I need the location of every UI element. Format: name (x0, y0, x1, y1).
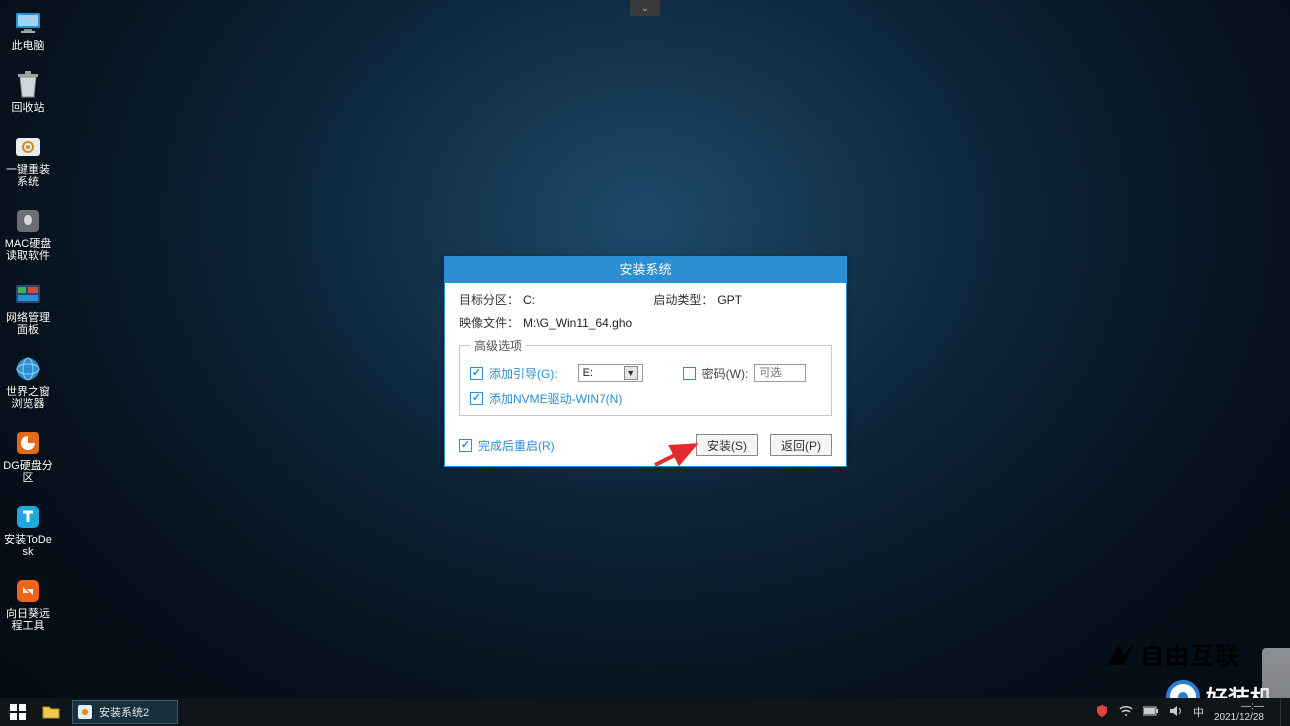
sunflower-icon (13, 576, 43, 606)
desktop-icon-recycle-bin[interactable]: 回收站 (2, 70, 54, 114)
app-icon (77, 704, 93, 720)
image-file-label: 映像文件： (459, 314, 519, 331)
apple-disk-icon (13, 206, 43, 236)
target-partition-value: C: (523, 293, 535, 307)
taskbar-app-install-system[interactable]: 安装系统2 (72, 700, 178, 724)
install-button[interactable]: 安装(S) (696, 434, 758, 456)
desktop-icon-label: DG硬盘分区 (2, 460, 54, 484)
desktop-icon-sunflower-remote[interactable]: 向日葵远程工具 (2, 576, 54, 632)
folder-icon (42, 704, 60, 720)
desktop-icon-one-key-install[interactable]: 一键重装系统 (2, 132, 54, 188)
image-file-value: M:\G_Win11_64.gho (523, 316, 632, 330)
desktop-icon-world-browser[interactable]: 世界之窗浏览器 (2, 354, 54, 410)
add-boot-select[interactable]: E: ▼ (578, 364, 643, 382)
globe-icon (13, 354, 43, 384)
desktop-icon-label: MAC硬盘读取软件 (2, 238, 54, 262)
taskbar: 安装系统2 中 —:— 2021/12/28 (0, 698, 1290, 726)
taskbar-app-title: 安装系统2 (99, 704, 149, 720)
add-nvme-checkbox[interactable] (470, 392, 483, 405)
return-button[interactable]: 返回(P) (770, 434, 832, 456)
todesk-icon (13, 502, 43, 532)
desktop-icon-label: 此电脑 (12, 40, 45, 52)
password-checkbox[interactable] (683, 367, 696, 380)
add-boot-select-value: E: (583, 367, 593, 379)
tray-clock[interactable]: —:— 2021/12/28 (1214, 701, 1264, 723)
reboot-after-label: 完成后重启(R) (478, 437, 555, 454)
gear-install-icon (13, 132, 43, 162)
password-label: 密码(W): (702, 365, 749, 382)
desktop-icon-install-todesk[interactable]: 安装ToDesk (2, 502, 54, 558)
reboot-after-checkbox[interactable] (459, 439, 472, 452)
chevron-down-icon: ⌄ (641, 3, 649, 14)
show-desktop-button[interactable] (1280, 698, 1286, 726)
desktop-icon-net-panel[interactable]: 网络管理面板 (2, 280, 54, 336)
tray-date: 2021/12/28 (1214, 712, 1264, 723)
desktop-icon-label: 一键重装系统 (2, 164, 54, 188)
add-boot-checkbox[interactable] (470, 367, 483, 380)
watermark-ziyouhulian: 自由互联 (1106, 636, 1240, 671)
desktop-icon-this-pc[interactable]: 此电脑 (2, 8, 54, 52)
tray-time: —:— (1241, 701, 1264, 712)
desktop-icon-dg-partition[interactable]: DG硬盘分区 (2, 428, 54, 484)
desktop-icon-label: 安装ToDesk (2, 534, 54, 558)
pc-icon (13, 8, 43, 38)
tray-ime-indicator[interactable]: 中 (1193, 704, 1204, 720)
add-boot-label: 添加引导(G): (489, 365, 558, 382)
tray-security-icon[interactable] (1095, 704, 1109, 721)
boot-type-value: GPT (717, 293, 742, 307)
tray-battery-icon[interactable] (1143, 706, 1159, 719)
boot-type-label: 启动类型： (653, 291, 713, 308)
dialog-title: 安装系统 (445, 257, 846, 283)
tray-wifi-icon[interactable] (1119, 705, 1133, 720)
desktop-icon-mac-disk-reader[interactable]: MAC硬盘读取软件 (2, 206, 54, 262)
chevron-down-icon: ▼ (624, 366, 638, 380)
add-nvme-label: 添加NVME驱动-WIN7(N) (489, 390, 622, 407)
system-tray: 中 —:— 2021/12/28 (1095, 698, 1290, 726)
desktop-icon-label: 回收站 (12, 102, 45, 114)
taskbar-file-explorer[interactable] (36, 698, 66, 726)
recycle-bin-icon (13, 70, 43, 100)
advanced-options-legend: 高级选项 (470, 337, 526, 354)
start-button[interactable] (0, 698, 36, 726)
desktop-icons: 此电脑 回收站 一键重装系统 MAC硬盘读取软件 网络管理面板 世界之窗浏览器 (2, 8, 54, 632)
tray-volume-icon[interactable] (1169, 705, 1183, 720)
top-collapse-tab[interactable]: ⌄ (630, 0, 660, 16)
password-input[interactable] (754, 364, 806, 382)
network-panel-icon (13, 280, 43, 310)
install-system-dialog: 安装系统 目标分区： C: 启动类型： GPT 映像文件： M:\G_Win11… (444, 256, 847, 467)
advanced-options-fieldset: 高级选项 添加引导(G): E: ▼ 密码(W): 添加NVME驱动-WIN7(… (459, 337, 832, 416)
desktop-icon-label: 向日葵远程工具 (2, 608, 54, 632)
target-partition-label: 目标分区： (459, 291, 519, 308)
disk-partition-icon (13, 428, 43, 458)
desktop-icon-label: 网络管理面板 (2, 312, 54, 336)
desktop-icon-label: 世界之窗浏览器 (2, 386, 54, 410)
windows-logo-icon (10, 704, 26, 720)
